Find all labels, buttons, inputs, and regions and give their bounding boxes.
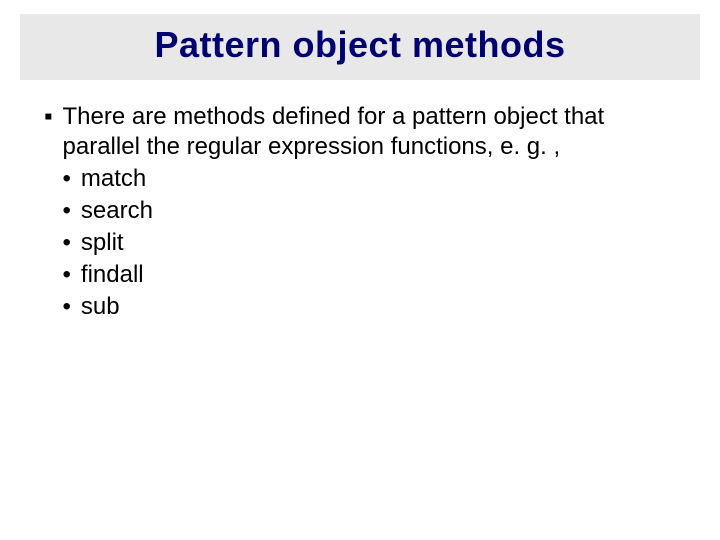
title-band: Pattern object methods xyxy=(20,14,700,80)
slide-body: ▪ There are methods defined for a patter… xyxy=(0,80,720,322)
slide: Pattern object methods ▪ There are metho… xyxy=(0,14,720,540)
list-item-label: sub xyxy=(81,292,120,322)
list-item: • findall xyxy=(63,260,676,290)
bullet-level-1: ▪ There are methods defined for a patter… xyxy=(44,102,676,322)
list-item: • sub xyxy=(63,292,676,322)
bullet-icon: • xyxy=(63,260,71,290)
bullet-content: There are methods defined for a pattern … xyxy=(63,102,676,322)
list-item: • match xyxy=(63,164,676,194)
list-item: • search xyxy=(63,196,676,226)
slide-title: Pattern object methods xyxy=(154,24,565,65)
bullet-icon: • xyxy=(63,196,71,226)
bullet-icon: • xyxy=(63,228,71,258)
list-item-label: search xyxy=(81,196,153,226)
list-item: • split xyxy=(63,228,676,258)
list-item-label: match xyxy=(81,164,146,194)
bullet-icon: • xyxy=(63,164,71,194)
list-item-label: findall xyxy=(81,260,144,290)
sub-bullet-list: • match • search • split • findall xyxy=(63,164,676,322)
list-item-label: split xyxy=(81,228,124,258)
intro-text: There are methods defined for a pattern … xyxy=(63,103,605,160)
bullet-icon: • xyxy=(63,292,71,322)
square-bullet-icon: ▪ xyxy=(44,102,53,132)
